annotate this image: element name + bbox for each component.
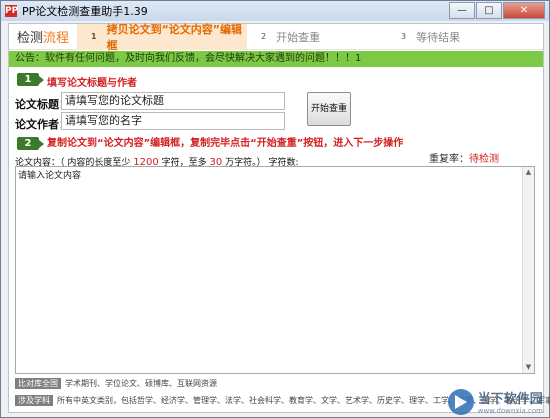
step-label: 拷贝论文到“论文内容”编辑框 — [106, 22, 243, 52]
step-one-badge-icon: 1 — [17, 73, 44, 86]
main-panel: 检测流程 1 拷贝论文到“论文内容”编辑框 2 开始查重 3 等待结果 公告：软… — [8, 22, 550, 413]
start-check-button[interactable]: 开始查重 — [307, 92, 351, 126]
step-wait-result: 3 等待结果 — [387, 24, 537, 50]
app-window: PP PP论文检测查重助手1.39 — □ ✕ 检测流程 1 拷贝论文到“论文内… — [0, 0, 550, 418]
title-bar[interactable]: PP PP论文检测查重助手1.39 — □ ✕ — [1, 1, 549, 21]
scroll-up-icon[interactable]: ▲ — [523, 167, 534, 178]
step-number: 1 — [91, 32, 97, 41]
minimize-button[interactable]: — — [449, 2, 475, 19]
content-placeholder: 请输入论文内容 — [18, 171, 82, 181]
step-number: 2 — [261, 32, 267, 41]
scroll-down-icon[interactable]: ▼ — [523, 362, 534, 373]
notice-bar: 公告：软件有任何问题，及时向我们反馈，会尽快解决大家遇到的问题！！！1 — [9, 51, 543, 67]
window-title: PP论文检测查重助手1.39 — [22, 5, 148, 18]
watermark-en: www.downxia.com — [477, 407, 543, 415]
steps-title-accent: 流程 — [43, 31, 70, 46]
repeat-rate-value: 待检测 — [469, 154, 499, 165]
steps-title: 检测流程 — [17, 27, 77, 46]
maximize-button[interactable]: □ — [476, 2, 502, 19]
watermark-cn: 当下软件园 — [477, 392, 543, 407]
watermark: 当下软件园 www.downxia.com — [447, 388, 543, 415]
repeat-rate-label: 重复率： — [429, 154, 469, 165]
subjects-tag: 涉及学科 — [15, 395, 53, 406]
step-copy-content: 1 拷贝论文到“论文内容”编辑框 — [77, 22, 247, 52]
section-title-content: 复制论文到“论文内容”编辑框，复制完毕点击“开始查重”按钮，进入下一步操作 — [47, 138, 404, 149]
database-tag: 比对库全国 — [15, 378, 61, 389]
play-logo-icon — [447, 388, 474, 415]
content-textarea[interactable]: 请输入论文内容 ▲ ▼ — [15, 166, 535, 374]
close-button[interactable]: ✕ — [503, 2, 545, 19]
step-number: 3 — [401, 32, 407, 41]
app-logo-icon: PP — [5, 5, 19, 17]
step-label: 等待结果 — [416, 30, 461, 44]
repeat-rate: 重复率：待检测 — [429, 150, 499, 165]
step-two-badge-icon: 2 — [17, 137, 44, 150]
window-controls: — □ ✕ — [448, 2, 545, 19]
step-bar: 检测流程 1 拷贝论文到“论文内容”编辑框 2 开始查重 3 等待结果 — [9, 22, 543, 52]
step-label: 开始查重 — [276, 30, 321, 44]
steps-title-main: 检测 — [17, 31, 44, 46]
author-input[interactable]: 请填写您的名字 — [61, 112, 285, 130]
watermark-text: 当下软件园 www.downxia.com — [478, 388, 543, 415]
vertical-scrollbar[interactable]: ▲ ▼ — [522, 167, 534, 373]
step-start-check: 2 开始查重 — [247, 24, 387, 50]
section-title-info: 填写论文标题与作者 — [47, 78, 137, 89]
database-row: 比对库全国 学术期刊、学位论文、硕博库、互联网资源 — [15, 378, 217, 389]
title-input[interactable]: 请填写您的论文标题 — [61, 92, 285, 110]
database-text: 学术期刊、学位论文、硕博库、互联网资源 — [65, 379, 217, 388]
